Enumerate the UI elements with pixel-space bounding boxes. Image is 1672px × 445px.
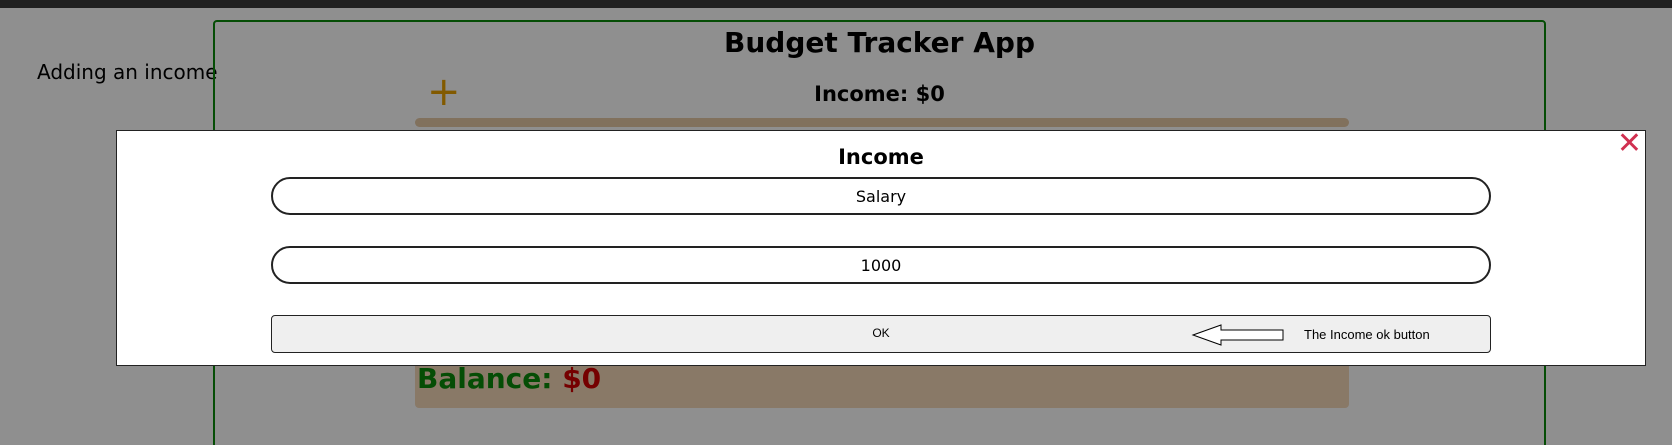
income-amount-input[interactable] <box>271 246 1491 284</box>
income-name-input[interactable] <box>271 177 1491 215</box>
annotation-text: The Income ok button <box>1304 327 1430 342</box>
ok-button[interactable]: OK The Income ok button <box>271 315 1491 353</box>
income-modal: ✕ Income OK The Income ok button <box>116 129 1646 366</box>
modal-title: Income <box>838 145 924 169</box>
annotation-arrow-icon <box>1191 324 1284 346</box>
